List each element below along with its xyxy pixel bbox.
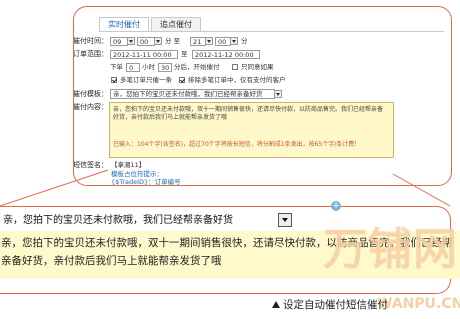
footer-caption-text: 设定自动催付短信催付	[283, 299, 388, 311]
end-minute-select[interactable]: 00	[215, 37, 231, 46]
footer-caption: 设定自动催付短信催付	[272, 297, 388, 312]
tab-followup-reminder[interactable]: 追点催付	[151, 17, 201, 31]
order-range-label: 订单范围：	[73, 50, 108, 58]
watermark-url: WANPU.CN	[377, 296, 460, 312]
hours-input[interactable]: 0	[126, 63, 140, 72]
template-select[interactable]: 亲，您拍下的宝贝还未付款哦，我们已经帮亲备好货	[110, 89, 275, 99]
merge-orders-label: 多笔订单只催一条	[120, 76, 172, 84]
end-hour-select[interactable]: 21	[190, 37, 206, 46]
content-text: 亲，您拍下的宝贝还未付款哦，双十一期间销售很快，还请尽快付款，以防商品售完。我们…	[113, 106, 384, 121]
start-minute-select[interactable]: 00	[137, 37, 155, 46]
order-end-input[interactable]: 2012-11-12 00:00	[192, 50, 260, 59]
tab-divider	[99, 31, 444, 32]
zoom-template-select[interactable]: 亲，您拍下的宝贝还未付款哦，我们已经帮亲备好货	[3, 212, 233, 229]
chevron-down-icon[interactable]	[127, 37, 135, 45]
chevron-down-icon[interactable]	[230, 37, 238, 45]
chevron-down-icon[interactable]	[205, 37, 213, 45]
period-label: 催付时间：	[73, 37, 108, 45]
tab-realtime-reminder[interactable]: 实时催付	[99, 17, 149, 31]
chevron-down-icon[interactable]	[278, 213, 292, 227]
only-once-label: 只同意如果	[241, 63, 274, 71]
exclude-paid-label: 排除多笔订单中，仅有支付的客户	[188, 76, 286, 84]
minutes-unit: 分后，开始催付	[174, 63, 220, 71]
watermark-logo: 万铺网	[323, 224, 458, 275]
merge-orders-checkbox[interactable]	[111, 77, 117, 83]
plus-icon[interactable]: +	[331, 201, 341, 211]
time-separator: 分 至	[165, 37, 181, 45]
triangle-icon	[272, 301, 280, 308]
tab-bar: 实时催付 追点催付	[99, 17, 201, 31]
hours-unit: 小时	[142, 63, 155, 71]
only-once-checkbox[interactable]	[232, 64, 238, 70]
time-unit: 分	[241, 37, 248, 45]
chevron-down-icon[interactable]	[274, 90, 282, 98]
content-label: 催付内容：	[73, 103, 108, 111]
start-hour-select[interactable]: 09	[110, 37, 128, 46]
order-start-input[interactable]: 2012-11-11 00:00	[110, 50, 178, 59]
template-label: 催付模板：	[73, 90, 108, 98]
range-separator: 至	[181, 50, 188, 58]
exclude-paid-checkbox[interactable]	[179, 77, 185, 83]
chevron-down-icon[interactable]	[154, 37, 162, 45]
order-prefix: 下单	[110, 63, 123, 71]
minutes-input[interactable]: 30	[158, 63, 172, 72]
char-counter: 已输入：104个字(含签名)，超过70个字将按长短信，将分割成1条发出，按65个…	[113, 141, 361, 148]
